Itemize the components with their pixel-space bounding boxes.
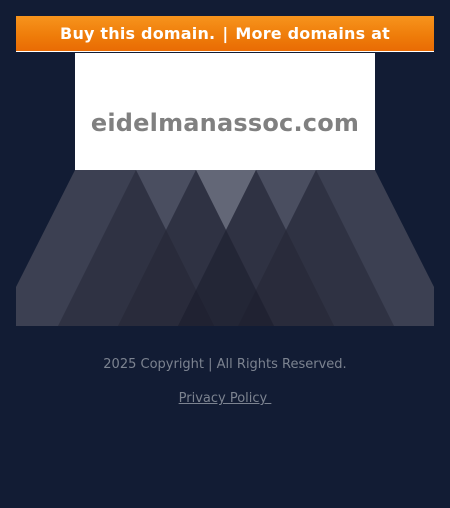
buy-domain-banner[interactable]: Buy this domain. | More domains at bbox=[16, 16, 434, 52]
domain-card: eidelmanassoc.com bbox=[75, 53, 375, 170]
domain-name: eidelmanassoc.com bbox=[90, 108, 360, 137]
privacy-policy-container: Privacy Policy bbox=[0, 391, 450, 406]
buy-domain-link[interactable]: Buy this domain. bbox=[60, 24, 215, 43]
privacy-policy-link[interactable]: Privacy Policy bbox=[179, 391, 272, 406]
banner-separator: | bbox=[222, 24, 229, 43]
copyright-text: 2025 Copyright | All Rights Reserved. bbox=[103, 357, 347, 372]
more-domains-link[interactable]: More domains at bbox=[235, 24, 390, 43]
